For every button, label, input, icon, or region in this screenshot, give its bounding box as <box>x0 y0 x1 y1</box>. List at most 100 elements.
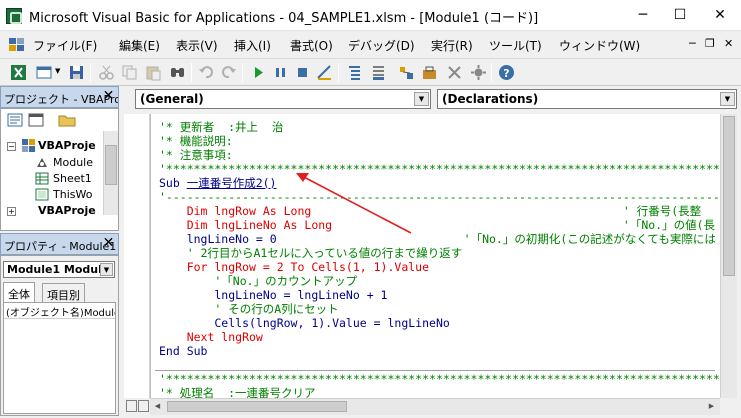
scroll-thumb[interactable] <box>723 116 735 276</box>
menu-window[interactable]: ウィンドウ(W) <box>559 37 640 54</box>
view-code-icon[interactable] <box>7 113 23 127</box>
insert-userform-icon[interactable] <box>36 64 53 81</box>
code-line: Next lngRow <box>159 330 263 344</box>
object-browser-icon[interactable] <box>398 64 415 81</box>
menu-bar: ファイル(F) 編集(E) 表示(V) 挿入(I) 書式(O) デバッグ(D) … <box>0 31 741 58</box>
help-icon[interactable]: ? <box>498 64 515 81</box>
tree-item-sheet1[interactable]: Sheet1 <box>53 172 92 185</box>
reset-icon[interactable] <box>294 64 311 81</box>
mdi-minimize-button[interactable]: ─ <box>689 37 696 50</box>
code-line: '***************************************… <box>159 162 720 176</box>
code-horizontal-scrollbar[interactable]: ◀ ▶ <box>150 398 720 415</box>
properties-grid: (オブジェクト名)Module1 <box>3 302 116 414</box>
maximize-button[interactable]: ☐ <box>666 4 694 26</box>
chevron-down-icon[interactable]: ▼ <box>55 67 60 75</box>
procedure-combo[interactable]: (Declarations) ▼ <box>437 89 737 109</box>
procedure-view-button[interactable] <box>126 400 137 412</box>
properties-pane: Module1 Module ▼ 全体 項目別 (オブジェクト名)Module1 <box>0 255 119 416</box>
code-line: '「No.」のカウントアップ <box>159 274 358 288</box>
code-line: ' その行のA列にセット <box>159 302 339 316</box>
mdi-restore-button[interactable]: ❐ <box>705 37 715 50</box>
mdi-close-button[interactable]: ✕ <box>724 37 733 50</box>
excel-app-icon <box>6 8 22 24</box>
full-module-view-button[interactable] <box>138 400 149 412</box>
module-icon <box>37 158 47 167</box>
code-line: ' 2行目からA1セルに入っている値の行まで繰り返す <box>159 246 463 260</box>
property-row[interactable]: (オブジェクト名)Module1 <box>4 303 115 319</box>
break-icon[interactable] <box>272 64 289 81</box>
code-vertical-scrollbar[interactable] <box>720 114 737 398</box>
sheet-icon <box>35 172 49 185</box>
project-pane-title: プロジェクト - VBAProject ✕ <box>0 86 119 108</box>
menu-tools[interactable]: ツール(T) <box>489 37 542 54</box>
excel-icon[interactable] <box>10 64 27 81</box>
code-line: '* 更新者 :井上 治 <box>159 120 284 134</box>
project-explorer-icon[interactable] <box>346 64 363 81</box>
vba-project-node-icon <box>22 139 35 152</box>
scroll-thumb[interactable] <box>105 145 117 185</box>
code-line: Cells(lngRow, 1).Value = lngLineNo <box>159 316 450 330</box>
code-line: '* 注意事項: <box>159 148 233 162</box>
standard-toolbar: ▼ ? <box>0 58 741 86</box>
toggle-folders-icon[interactable] <box>58 113 76 127</box>
properties-object-combo[interactable]: Module1 Module ▼ <box>3 261 115 278</box>
close-icon[interactable]: ✕ <box>101 89 116 104</box>
tree-item-vbaproject[interactable]: VBAProje <box>38 139 96 152</box>
find-icon[interactable] <box>169 64 186 81</box>
scroll-left-icon[interactable]: ◀ <box>150 399 165 414</box>
code-editor[interactable]: '* 更新者 :井上 治 '* 機能説明: '* 注意事項: '***********… <box>150 114 720 398</box>
project-pane: − VBAProje Module Sheet1 ThisWo + VBAPro… <box>0 108 119 231</box>
code-line: '***************************************… <box>159 372 720 386</box>
code-line: '* 処理名 :一連番号クリア <box>159 386 316 398</box>
close-button[interactable]: ✕ <box>706 4 734 26</box>
tree-item-module1[interactable]: Module <box>53 156 93 169</box>
close-icon[interactable]: ✕ <box>101 236 116 251</box>
tree-expand-icon[interactable]: + <box>7 207 16 216</box>
paste-icon[interactable] <box>145 64 162 81</box>
run-icon[interactable] <box>250 64 267 81</box>
menu-edit[interactable]: 編集(E) <box>119 37 160 54</box>
chevron-down-icon[interactable]: ▼ <box>100 263 113 276</box>
window-title: Microsoft Visual Basic for Applications … <box>29 11 539 26</box>
vba-project-icon <box>9 38 24 51</box>
chevron-down-icon[interactable]: ▼ <box>720 92 735 106</box>
menu-file[interactable]: ファイル(F) <box>33 37 97 54</box>
tree-collapse-icon[interactable]: − <box>7 142 16 151</box>
tree-item-vbaproject-2[interactable]: VBAProje <box>38 204 96 217</box>
properties-icon[interactable] <box>370 64 387 81</box>
properties-pane-title: プロパティ - Module1 ✕ <box>0 233 119 255</box>
undo-icon[interactable] <box>198 64 215 81</box>
toolbox-icon[interactable] <box>421 64 438 81</box>
svg-text:?: ? <box>503 67 509 80</box>
redo-icon[interactable] <box>220 64 237 81</box>
copy-icon[interactable] <box>121 64 138 81</box>
menu-debug[interactable]: デバッグ(D) <box>348 37 415 54</box>
code-window: (General) ▼ (Declarations) ▼ '* 更新者 :井上 … <box>124 86 741 418</box>
tab-alphabetic[interactable]: 全体 <box>3 282 35 302</box>
menu-run[interactable]: 実行(R) <box>431 37 473 54</box>
code-line: lngLineNo = 0 '「No.」の初期化(この記述がなくても実際には <box>159 232 716 246</box>
menu-insert[interactable]: 挿入(I) <box>234 37 271 54</box>
code-line: '* 機能説明: <box>159 134 233 148</box>
chevron-down-icon[interactable]: ▼ <box>414 92 429 106</box>
view-object-icon[interactable] <box>28 113 44 127</box>
tree-item-thisworkbook[interactable]: ThisWo <box>53 188 92 201</box>
design-mode-icon[interactable] <box>316 64 333 81</box>
object-combo[interactable]: (General) ▼ <box>135 89 431 109</box>
procedure-separator <box>155 370 715 371</box>
workbook-icon <box>35 188 49 201</box>
menu-view[interactable]: 表示(V) <box>176 37 218 54</box>
minimize-button[interactable]: ─ <box>629 4 657 26</box>
tools-icon[interactable] <box>446 64 463 81</box>
menu-format[interactable]: 書式(O) <box>290 37 333 54</box>
tab-categorized[interactable]: 項目別 <box>42 283 85 302</box>
margin-indicator-bar[interactable] <box>124 114 150 398</box>
settings-icon[interactable] <box>470 64 487 81</box>
scroll-thumb[interactable] <box>167 401 347 412</box>
title-bar: Microsoft Visual Basic for Applications … <box>0 0 741 31</box>
project-scrollbar[interactable] <box>103 131 118 215</box>
cut-icon[interactable] <box>98 64 115 81</box>
scroll-right-icon[interactable]: ▶ <box>704 399 719 414</box>
save-icon[interactable] <box>68 64 85 81</box>
code-line: End Sub <box>159 344 208 358</box>
